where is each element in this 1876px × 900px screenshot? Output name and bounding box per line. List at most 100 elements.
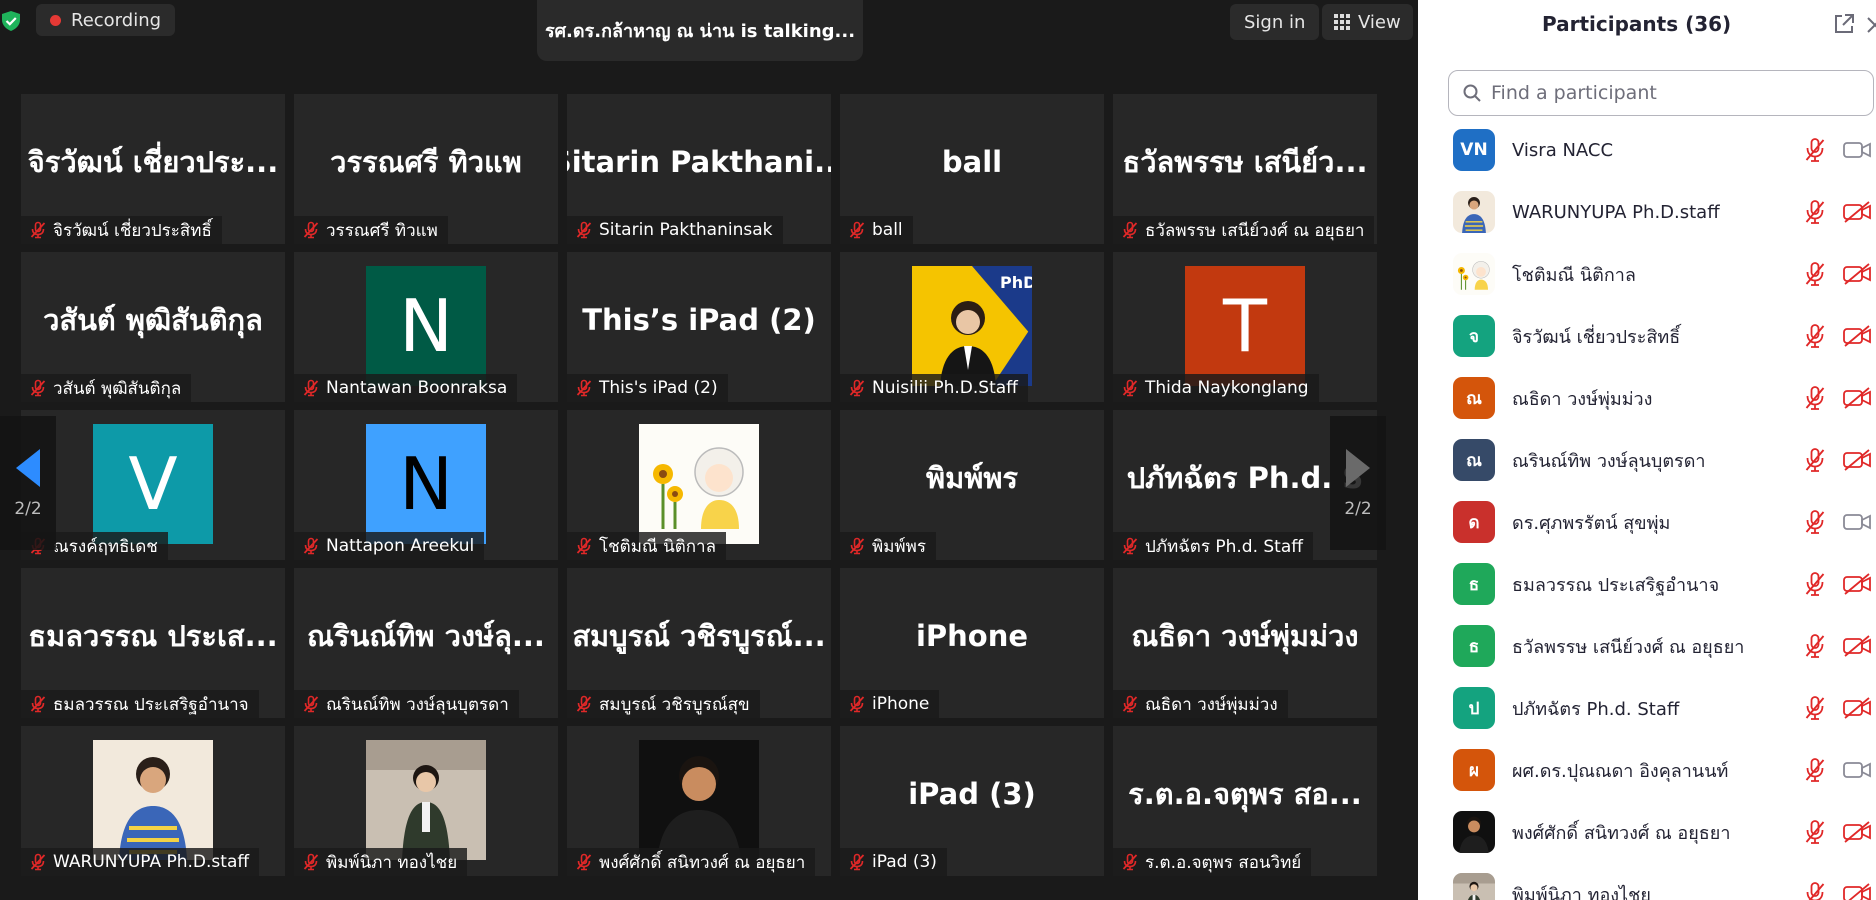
participant-row[interactable]: พงศ์ศักดิ์ สนิทวงศ์ ณ อยุธยา [1418,801,1876,863]
mic-muted-icon [575,853,593,871]
video-tile[interactable]: จิรวัฒน์ เชี่ยวประ... จิรวัฒน์ เชี่ยวประ… [21,94,285,244]
video-off-icon[interactable] [1842,386,1872,410]
video-tile[interactable]: T Thida Naykonglang [1113,252,1377,402]
security-shield-icon[interactable] [0,10,22,32]
next-page-button[interactable]: 2/2 [1330,416,1386,550]
video-tile[interactable]: PhD Nuisilii Ph.D.Staff [840,252,1104,402]
participant-name-display: This’s iPad (2) [582,303,816,337]
participant-row[interactable]: WARUNYUPA Ph.D.staff [1418,181,1876,243]
video-off-icon[interactable] [1842,882,1872,900]
search-icon [1463,84,1481,102]
participant-row[interactable]: ผ ผศ.ดร.ปุณณดา อิงคุลานนท์ [1418,739,1876,801]
video-tile[interactable]: iPad (3) iPad (3) [840,726,1104,876]
mic-muted-icon [302,853,320,871]
participant-row[interactable]: พิมพ์นิภา ทองไชย [1418,863,1876,900]
page-indicator: 2/2 [14,499,42,519]
tile-name-label: Thida Naykonglang [1113,374,1319,402]
video-tile[interactable]: Sitarin Pakthani... Sitarin Pakthaninsak [567,94,831,244]
video-tile[interactable]: โชติมณี นิติกาล [567,410,831,560]
mic-muted-icon[interactable] [1804,695,1826,721]
participant-row[interactable]: VN Visra NACC [1418,119,1876,181]
video-off-icon[interactable] [1842,696,1872,720]
mic-muted-icon[interactable] [1804,323,1826,349]
participant-search-input[interactable] [1489,81,1853,105]
video-off-icon[interactable] [1842,634,1872,658]
video-off-icon[interactable] [1842,820,1872,844]
video-tile[interactable]: V ณรงค์ฤทธิเดช [21,410,285,560]
view-button[interactable]: View [1322,4,1413,40]
mic-muted-icon[interactable] [1804,819,1826,845]
video-tile[interactable]: พงศ์ศักดิ์ สนิทวงศ์ ณ อยุธยา [567,726,831,876]
mic-muted-icon[interactable] [1804,261,1826,287]
video-tile[interactable]: ร.ต.อ.จตุพร สอ... ร.ต.อ.จตุพร สอนวิทย์ [1113,726,1377,876]
video-tile[interactable]: N Nattapon Areekul [294,410,558,560]
participants-panel: Participants (36) VN Visra NACC WARUNYUPA… [1418,0,1876,900]
video-tile[interactable]: ธวัลพรรษ เสนีย์ว... ธวัลพรรษ เสนีย์วงศ์ … [1113,94,1377,244]
video-tile[interactable]: N Nantawan Boonraksa [294,252,558,402]
video-on-icon[interactable] [1842,510,1872,534]
active-speaker-text: รศ.ดร.กล้าหาญ ณ น่าน is talking... [544,21,856,42]
video-tile[interactable]: วรรณศรี ทิวแพ วรรณศรี ทิวแพ [294,94,558,244]
participant-row[interactable]: ธ ธมลวรรณ ประเสริฐอำนาจ [1418,553,1876,615]
video-on-icon[interactable] [1842,138,1872,162]
video-tile[interactable]: ธมลวรรณ ประเส... ธมลวรรณ ประเสริฐอำนาจ [21,568,285,718]
participant-row[interactable]: โชติมณี นิติกาล [1418,243,1876,305]
video-tile[interactable]: ball ball [840,94,1104,244]
mic-muted-icon[interactable] [1804,199,1826,225]
popout-icon[interactable] [1832,12,1856,36]
participant-name: โชติมณี นิติกาล [1512,264,1636,286]
video-tile[interactable]: สมบูรณ์ วชิรบูรณ์... สมบูรณ์ วชิรบูรณ์สุ… [567,568,831,718]
video-tile[interactable]: พิมพ์พร พิมพ์พร [840,410,1104,560]
tile-name-label: ธวัลพรรษ เสนีย์วงศ์ ณ อยุธยา [1113,216,1375,244]
participant-row[interactable]: ด ดร.ศุภพรรัตน์ สุขพุ่ม [1418,491,1876,553]
video-off-icon[interactable] [1842,262,1872,286]
recording-indicator[interactable]: Recording [36,4,176,36]
avatar-initial: N [399,284,453,368]
mic-muted-icon [302,695,320,713]
mic-muted-icon [1121,695,1139,713]
previous-page-button[interactable]: 2/2 [0,416,56,550]
video-off-icon[interactable] [1842,572,1872,596]
video-tile[interactable]: WARUNYUPA Ph.D.staff [21,726,285,876]
participant-avatar: N [366,424,486,544]
grid-view-icon [1334,14,1350,30]
mic-muted-icon[interactable] [1804,571,1826,597]
video-off-icon[interactable] [1842,324,1872,348]
participant-row[interactable]: ป ปภัทฉัตร Ph.d. Staff [1418,677,1876,739]
participant-list[interactable]: VN Visra NACC WARUNYUPA Ph.D.staff โชติมณ… [1418,119,1876,900]
participant-row[interactable]: จ จิรวัฒน์ เชี่ยวประสิทธิ์ [1418,305,1876,367]
participant-name: จิรวัฒน์ เชี่ยวประสิทธิ์ [1512,326,1681,348]
mic-muted-icon[interactable] [1804,385,1826,411]
video-tile[interactable]: พิมพ์นิภา ทองไชย [294,726,558,876]
mic-muted-icon[interactable] [1804,509,1826,535]
video-tile[interactable]: วสันต์ พุฒิสันติกุล วสันต์ พุฒิสันติกุล [21,252,285,402]
participant-search-box[interactable] [1448,70,1874,116]
close-icon[interactable] [1864,12,1876,36]
participant-row[interactable]: ธ ธวัลพรรษ เสนีย์วงศ์ ณ อยุธยา [1418,615,1876,677]
mic-muted-icon [302,221,320,239]
mic-muted-icon[interactable] [1804,633,1826,659]
video-on-icon[interactable] [1842,758,1872,782]
tile-name-label: Nuisilii Ph.D.Staff [840,374,1028,402]
participant-video-grid: จิรวัฒน์ เชี่ยวประ... จิรวัฒน์ เชี่ยวประ… [21,94,1377,876]
participant-row[interactable]: ณ ณรินณ์ทิพ วงษ์ลุนบุตรดา [1418,429,1876,491]
mic-muted-icon[interactable] [1804,447,1826,473]
participant-name: ดร.ศุภพรรัตน์ สุขพุ่ม [1512,512,1671,534]
video-off-icon[interactable] [1842,448,1872,472]
video-tile[interactable]: ณธิดา วงษ์พุ่มม่วง ณธิดา วงษ์พุ่มม่วง [1113,568,1377,718]
video-off-icon[interactable] [1842,200,1872,224]
participant-name-display: ณรินณ์ทิพ วงษ์ลุ... [307,619,545,653]
mic-muted-icon[interactable] [1804,881,1826,900]
mic-muted-icon[interactable] [1804,137,1826,163]
video-tile[interactable]: iPhone iPhone [840,568,1104,718]
participant-row[interactable]: ณ ณธิดา วงษ์พุ่มม่วง [1418,367,1876,429]
mic-muted-icon[interactable] [1804,757,1826,783]
tile-name-text: iPhone [872,694,930,714]
mic-muted-icon [848,695,866,713]
video-tile[interactable]: This’s iPad (2) This's iPad (2) [567,252,831,402]
tile-name-label: พงศ์ศักดิ์ สนิทวงศ์ ณ อยุธยา [567,848,816,876]
mic-muted-icon [575,695,593,713]
sign-in-button[interactable]: Sign in [1230,4,1320,40]
tile-name-text: Nattapon Areekul [326,536,475,556]
video-tile[interactable]: ณรินณ์ทิพ วงษ์ลุ... ณรินณ์ทิพ วงษ์ลุนบุต… [294,568,558,718]
